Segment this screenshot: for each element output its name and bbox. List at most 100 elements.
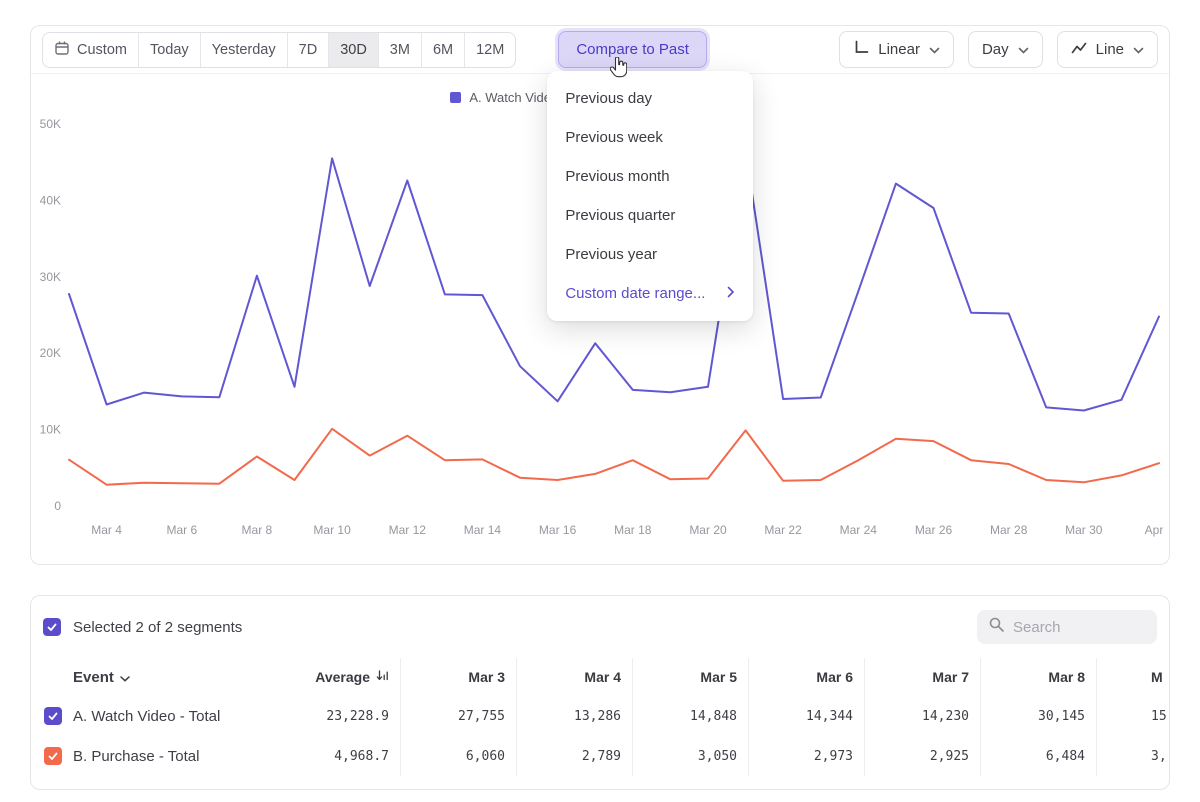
table-row-watch-video: A. Watch Video - Total 23,228.9 27,755 1… [31, 696, 1169, 736]
cell-value: 2,789 [582, 749, 621, 764]
segments-table: Event Average Mar 3 Mar 4 Mar 5 Mar 6 Ma… [31, 658, 1169, 776]
segment-checkbox[interactable] [44, 747, 62, 765]
date-column-header[interactable]: Mar 5 [633, 658, 749, 696]
svg-text:20K: 20K [40, 346, 61, 360]
scale-label: Linear [878, 41, 920, 58]
date-range-group: Custom Today Yesterday 7D 30D 3M 6M 12M [42, 32, 516, 68]
menu-item-previous-month[interactable]: Previous month [547, 157, 753, 196]
svg-text:Mar 22: Mar 22 [764, 523, 802, 537]
compare-dropdown-menu: Previous day Previous week Previous mont… [547, 71, 753, 321]
cell-value: 14,230 [922, 709, 969, 724]
cell-value: 3,050 [698, 749, 737, 764]
chevron-down-icon [1018, 41, 1029, 58]
chart-options-group: Linear Day Line [839, 31, 1158, 68]
segments-card: Selected 2 of 2 segments Event Average [30, 595, 1170, 790]
cell-value: 14,344 [806, 709, 853, 724]
table-header-row: Event Average Mar 3 Mar 4 Mar 5 Mar 6 Ma… [31, 658, 1169, 696]
range-3m-button[interactable]: 3M [378, 33, 421, 67]
svg-text:Mar 16: Mar 16 [539, 523, 577, 537]
analytics-page: Custom Today Yesterday 7D 30D 3M 6M 12M … [0, 0, 1200, 802]
range-custom-button[interactable]: Custom [43, 33, 138, 67]
table-row-purchase: B. Purchase - Total 4,968.7 6,060 2,789 … [31, 736, 1169, 776]
range-12m-button[interactable]: 12M [464, 33, 515, 67]
toolbar: Custom Today Yesterday 7D 30D 3M 6M 12M … [31, 26, 1169, 74]
cell-value-clipped: 3, [1151, 749, 1167, 764]
cell-value: 14,848 [690, 709, 737, 724]
menu-item-previous-quarter[interactable]: Previous quarter [547, 196, 753, 235]
svg-text:Mar 14: Mar 14 [464, 523, 502, 537]
range-label: Custom [77, 42, 127, 58]
average-value: 23,228.9 [326, 709, 389, 724]
menu-item-previous-day[interactable]: Previous day [547, 79, 753, 118]
selected-summary: Selected 2 of 2 segments [73, 619, 242, 636]
date-column-header[interactable]: Mar 7 [865, 658, 981, 696]
chart-card: Custom Today Yesterday 7D 30D 3M 6M 12M … [30, 25, 1170, 565]
range-yesterday-button[interactable]: Yesterday [200, 33, 287, 67]
interval-select-button[interactable]: Day [968, 31, 1043, 68]
cell-value-clipped: 15, [1151, 709, 1170, 724]
date-column-header[interactable]: Mar 6 [749, 658, 865, 696]
cell-value: 30,145 [1038, 709, 1085, 724]
svg-text:30K: 30K [40, 270, 61, 284]
svg-text:Mar 8: Mar 8 [242, 523, 273, 537]
select-all-checkbox[interactable] [43, 618, 61, 636]
compare-to-past-wrapper: Compare to Past Previous day Previous we… [558, 31, 707, 68]
svg-text:Mar 12: Mar 12 [389, 523, 427, 537]
svg-text:Apr 1: Apr 1 [1145, 523, 1163, 537]
compare-to-past-button[interactable]: Compare to Past [558, 31, 707, 68]
date-column-header[interactable]: Mar 8 [981, 658, 1097, 696]
range-6m-button[interactable]: 6M [421, 33, 464, 67]
svg-text:Mar 18: Mar 18 [614, 523, 652, 537]
cell-value: 2,925 [930, 749, 969, 764]
segments-header: Selected 2 of 2 segments [31, 596, 1169, 658]
menu-item-custom-date-range[interactable]: Custom date range... [547, 274, 753, 313]
svg-text:50K: 50K [40, 117, 61, 131]
search-box[interactable] [977, 610, 1157, 644]
scale-select-button[interactable]: Linear [839, 31, 954, 68]
sort-descending-icon [376, 669, 389, 685]
menu-item-previous-week[interactable]: Previous week [547, 118, 753, 157]
cell-value: 6,484 [1046, 749, 1085, 764]
svg-text:Mar 6: Mar 6 [166, 523, 197, 537]
average-value: 4,968.7 [334, 749, 389, 764]
chevron-down-icon [1133, 41, 1144, 58]
cell-value: 27,755 [458, 709, 505, 724]
axis-icon [853, 40, 869, 59]
date-column-header-clipped: M [1097, 658, 1170, 696]
svg-text:0: 0 [54, 499, 61, 513]
interval-label: Day [982, 41, 1009, 58]
segment-label: B. Purchase - Total [73, 748, 199, 765]
svg-text:Mar 30: Mar 30 [1065, 523, 1103, 537]
segment-label: A. Watch Video - Total [73, 708, 220, 725]
svg-text:Mar 28: Mar 28 [990, 523, 1028, 537]
svg-text:Mar 24: Mar 24 [840, 523, 878, 537]
date-column-header[interactable]: Mar 3 [401, 658, 517, 696]
range-today-button[interactable]: Today [138, 33, 200, 67]
svg-text:Mar 20: Mar 20 [689, 523, 727, 537]
range-7d-button[interactable]: 7D [287, 33, 329, 67]
svg-text:Mar 26: Mar 26 [915, 523, 953, 537]
chart-type-label: Line [1096, 41, 1124, 58]
search-input[interactable] [1013, 619, 1146, 636]
svg-text:10K: 10K [40, 423, 61, 437]
custom-date-range-label: Custom date range... [565, 285, 705, 302]
menu-item-previous-year[interactable]: Previous year [547, 235, 753, 274]
date-column-header[interactable]: Mar 4 [517, 658, 633, 696]
cell-value: 13,286 [574, 709, 621, 724]
line-chart-icon [1071, 41, 1087, 59]
svg-text:40K: 40K [40, 193, 61, 207]
average-column-header[interactable]: Average [281, 658, 401, 696]
svg-text:Mar 4: Mar 4 [91, 523, 122, 537]
svg-text:Mar 10: Mar 10 [313, 523, 351, 537]
chevron-right-icon [727, 285, 735, 302]
chart-type-select-button[interactable]: Line [1057, 31, 1158, 68]
event-column-header[interactable]: Event [31, 669, 281, 686]
cell-value: 6,060 [466, 749, 505, 764]
calendar-icon [54, 40, 70, 60]
cell-value: 2,973 [814, 749, 853, 764]
chevron-down-icon [120, 669, 130, 686]
chevron-down-icon [929, 41, 940, 58]
legend-swatch [450, 92, 461, 103]
segment-checkbox[interactable] [44, 707, 62, 725]
range-30d-button[interactable]: 30D [328, 33, 378, 67]
